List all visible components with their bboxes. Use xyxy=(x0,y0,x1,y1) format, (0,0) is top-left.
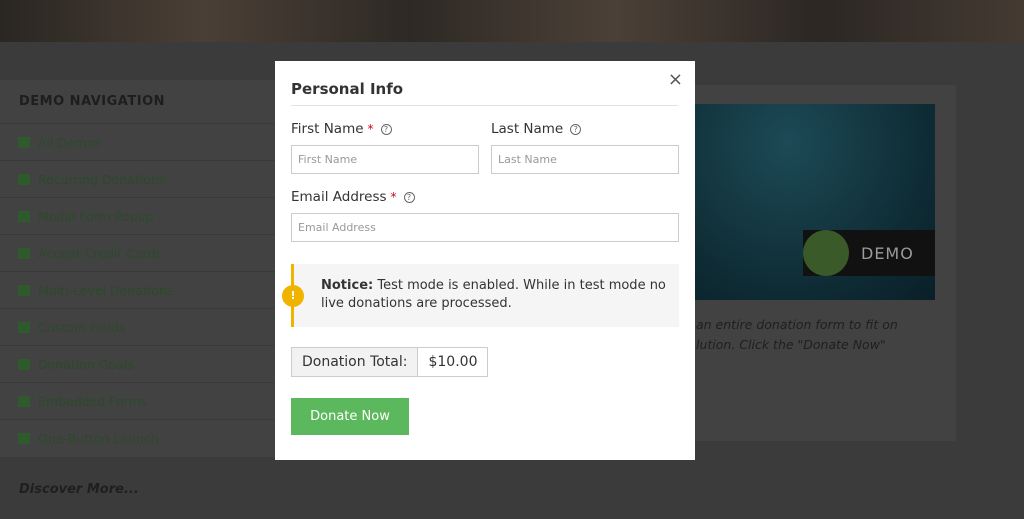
sidebar-item-goals[interactable]: Donation Goals xyxy=(0,345,280,382)
help-icon[interactable]: ? xyxy=(380,123,392,135)
sidebar-item-credit-cards[interactable]: Accept Credit Cards xyxy=(0,234,280,271)
notice-body: Test mode is enabled. While in test mode… xyxy=(321,278,666,311)
list-icon xyxy=(18,321,30,333)
last-name-label: Last Name? xyxy=(491,121,582,137)
sidebar-item-label: Multi-Level Donations xyxy=(38,282,174,298)
signal-icon xyxy=(18,284,30,296)
edit-icon xyxy=(18,432,30,444)
sidebar-item-label: All Demos xyxy=(38,134,102,150)
flag-icon xyxy=(18,358,30,370)
grid-icon xyxy=(18,136,30,148)
sidebar-item-label: Embedded Forms xyxy=(38,393,148,409)
donate-now-button[interactable]: Donate Now xyxy=(291,398,409,435)
notice-strong: Notice: xyxy=(321,278,374,293)
demo-navigation: DEMO NAVIGATION All Demos Recurring Dona… xyxy=(0,80,280,457)
warning-icon: ! xyxy=(282,285,304,307)
sidebar-item-multi-level[interactable]: Multi-Level Donations xyxy=(0,271,280,308)
sidebar-item-all-demos[interactable]: All Demos xyxy=(0,123,280,160)
sidebar-item-label: Modal Form Popup xyxy=(38,208,154,224)
first-name-input[interactable] xyxy=(291,145,479,174)
description-line: an entire donation form to fit on xyxy=(696,317,898,332)
required-marker: * xyxy=(367,122,374,136)
demo-badge-text: DEMO xyxy=(861,243,914,263)
donation-modal: × Personal Info First Name*? Last Name? … xyxy=(275,61,695,460)
email-input[interactable] xyxy=(291,213,679,242)
description-line: lution. Click the "Donate Now" xyxy=(696,337,886,352)
email-label: Email Address *? xyxy=(291,189,415,205)
browser-icon xyxy=(18,395,30,407)
sidebar-item-recurring[interactable]: Recurring Donations xyxy=(0,160,280,197)
donation-total-value: $10.00 xyxy=(418,348,488,376)
donation-total: Donation Total: $10.00 xyxy=(291,347,489,377)
required-marker: * xyxy=(390,190,397,204)
header-banner-image xyxy=(0,0,1024,42)
sidebar-item-custom-fields[interactable]: Custom Fields xyxy=(0,308,280,345)
sidebar-item-modal[interactable]: Modal Form Popup xyxy=(0,197,280,234)
sidebar-item-one-button[interactable]: One-Button Launch xyxy=(0,419,280,456)
sidebar-item-label: One-Button Launch xyxy=(38,430,159,446)
credit-card-icon xyxy=(18,247,30,259)
give-logo-icon xyxy=(803,230,849,276)
sidebar-item-label: Custom Fields xyxy=(38,319,126,335)
demo-badge: DEMO xyxy=(803,230,935,276)
last-name-input[interactable] xyxy=(491,145,679,174)
label-text: First Name xyxy=(291,121,364,137)
sidebar-item-label: Accept Credit Cards xyxy=(38,245,162,261)
label-text: Email Address xyxy=(291,189,387,205)
notice-text: Notice: Test mode is enabled. While in t… xyxy=(321,277,671,313)
window-icon xyxy=(18,210,30,222)
refresh-icon xyxy=(18,173,30,185)
label-text: Last Name xyxy=(491,121,564,137)
modal-title: Personal Info xyxy=(291,80,404,98)
close-icon[interactable]: × xyxy=(668,69,683,90)
donation-total-label: Donation Total: xyxy=(292,348,419,376)
sidebar-item-label: Recurring Donations xyxy=(38,171,166,187)
test-mode-notice: ! Notice: Test mode is enabled. While in… xyxy=(282,264,679,327)
sidebar-title: DEMO NAVIGATION xyxy=(19,94,165,109)
first-name-label: First Name *? xyxy=(291,121,392,137)
divider xyxy=(291,105,678,106)
demo-description: an entire donation form to fit on lution.… xyxy=(696,315,936,355)
help-icon[interactable]: ? xyxy=(570,123,582,135)
sidebar-item-embedded[interactable]: Embedded Forms xyxy=(0,382,280,419)
discover-more-heading: Discover More... xyxy=(19,482,139,497)
help-icon[interactable]: ? xyxy=(403,191,415,203)
sidebar-item-label: Donation Goals xyxy=(38,356,134,372)
